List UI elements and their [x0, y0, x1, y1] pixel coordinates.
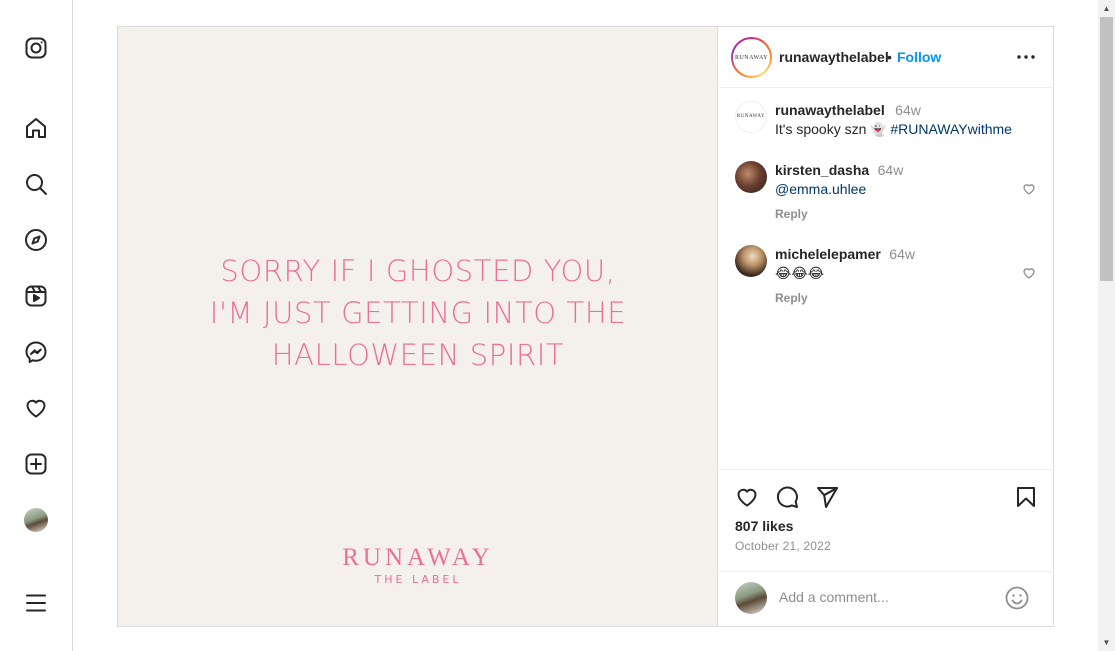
save-icon[interactable]	[1014, 485, 1038, 509]
like-icon[interactable]	[735, 485, 759, 509]
reply-button[interactable]: Reply	[775, 207, 808, 221]
post-actions: 807 likes October 21, 2022	[719, 469, 1054, 626]
comment-avatar[interactable]	[735, 245, 767, 277]
avatar-logo-text: RUNAWAY	[734, 54, 769, 61]
comment-text: 😂😂😂	[775, 265, 825, 281]
page-scrollbar[interactable]: ▲ ▼	[1098, 0, 1115, 651]
scrollbar-thumb[interactable]	[1100, 17, 1113, 281]
image-text-line-3: HALLOWEEN SPIRIT	[271, 338, 565, 372]
reply-button[interactable]: Reply	[775, 291, 808, 305]
comment-time: 64w	[889, 246, 915, 262]
instagram-logo-icon[interactable]	[24, 36, 48, 60]
home-icon[interactable]	[24, 116, 48, 140]
brand-name: RUNAWAY	[342, 544, 494, 571]
caption-avatar[interactable]: RUNAWAY	[735, 101, 767, 133]
scroll-down-arrow-icon[interactable]: ▼	[1098, 634, 1115, 651]
caption-avatar-text: RUNAWAY	[736, 114, 766, 119]
story-ring-avatar[interactable]: RUNAWAY	[731, 37, 772, 78]
image-text-line-2: I'M JUST GETTING INTO THE	[209, 296, 627, 330]
sidebar-nav	[0, 0, 73, 651]
comment-item: kirsten_dasha 64w @emma.uhlee	[775, 161, 1015, 198]
comment-username[interactable]: kirsten_dasha	[775, 162, 869, 178]
likes-count[interactable]: 807 likes	[735, 518, 793, 534]
create-icon[interactable]	[24, 452, 48, 476]
follow-button[interactable]: Follow	[897, 49, 941, 65]
comment-username[interactable]: michelelepamer	[775, 246, 881, 262]
hashtag-link[interactable]: #RUNAWAYwithme	[890, 121, 1012, 137]
messenger-icon[interactable]	[24, 340, 48, 364]
comment-like-icon[interactable]	[1022, 266, 1036, 280]
post-image-text: SORRY IF I GHOSTED YOU, I'M JUST GETTING…	[118, 250, 718, 376]
brand-logo: RUNAWAY THE LABEL	[118, 544, 718, 586]
post-dialog: SORRY IF I GHOSTED YOU, I'M JUST GETTING…	[117, 26, 1054, 627]
add-comment-bar	[719, 571, 1054, 627]
profile-avatar[interactable]	[24, 508, 48, 532]
ghost-emoji: 👻	[870, 122, 887, 137]
caption-time: 64w	[895, 102, 921, 118]
emoji-icon[interactable]	[1005, 586, 1029, 610]
more-options-icon[interactable]	[1015, 47, 1037, 67]
post-sidebar: RUNAWAY runawaythelabel • Follow RUNAWAY…	[719, 27, 1054, 626]
caption: runawaythelabel 64w It's spooky szn 👻 #R…	[775, 101, 1045, 139]
post-date: October 21, 2022	[735, 539, 831, 553]
share-icon[interactable]	[815, 485, 839, 509]
menu-icon[interactable]	[24, 591, 48, 615]
header-username[interactable]: runawaythelabel	[779, 49, 889, 65]
comment-avatar[interactable]	[735, 161, 767, 193]
search-icon[interactable]	[24, 172, 48, 196]
comment-mention[interactable]: @emma.uhlee	[775, 180, 1015, 198]
caption-username[interactable]: runawaythelabel	[775, 102, 885, 118]
explore-icon[interactable]	[24, 228, 48, 252]
comment-like-icon[interactable]	[1022, 182, 1036, 196]
comment-icon[interactable]	[775, 485, 799, 509]
reels-icon[interactable]	[24, 284, 48, 308]
comments-list: RUNAWAY runawaythelabel 64w It's spooky …	[719, 89, 1054, 469]
scroll-up-arrow-icon[interactable]: ▲	[1098, 0, 1115, 17]
comment-item: michelelepamer 64w 😂😂😂	[775, 245, 1015, 282]
caption-text: It's spooky szn	[775, 121, 867, 137]
comment-input[interactable]	[779, 589, 989, 605]
brand-subtitle: THE LABEL	[374, 573, 462, 586]
header-separator: •	[887, 49, 892, 65]
post-image[interactable]: SORRY IF I GHOSTED YOU, I'M JUST GETTING…	[118, 27, 718, 626]
heart-icon[interactable]	[24, 396, 48, 420]
comment-time: 64w	[877, 162, 904, 178]
image-text-line-1: SORRY IF I GHOSTED YOU,	[220, 254, 616, 288]
user-avatar	[735, 582, 767, 614]
post-header: RUNAWAY runawaythelabel • Follow	[719, 27, 1054, 88]
